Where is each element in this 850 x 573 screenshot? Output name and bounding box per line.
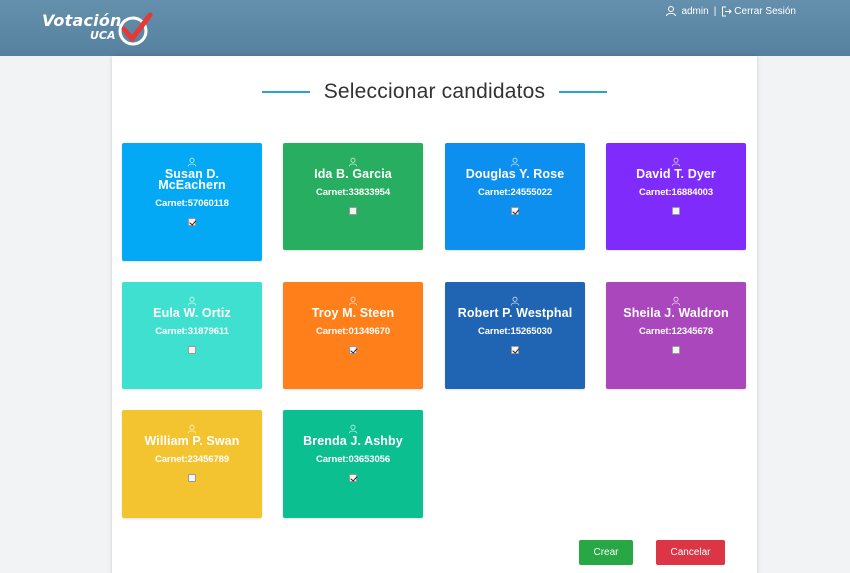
crear-button[interactable]: Crear xyxy=(579,540,633,565)
app-logo[interactable]: Votación UCA xyxy=(42,9,154,49)
candidate-checkbox[interactable] xyxy=(349,207,357,215)
user-icon xyxy=(348,296,358,306)
candidate-card[interactable]: Robert P. Westphal Carnet:15265030 xyxy=(445,282,585,389)
candidate-checkbox[interactable] xyxy=(511,346,519,354)
candidate-card[interactable]: Eula W. Ortiz Carnet:31879611 xyxy=(122,282,262,389)
candidate-card[interactable]: William P. Swan Carnet:23456789 xyxy=(122,410,262,518)
user-icon xyxy=(187,424,197,434)
candidate-card[interactable]: Ida B. Garcia Carnet:33833954 xyxy=(283,143,423,250)
title-divider-left xyxy=(261,91,310,93)
candidate-checkbox[interactable] xyxy=(672,207,680,215)
check-logo-icon xyxy=(118,12,153,46)
candidate-checkbox[interactable] xyxy=(188,346,196,354)
logout-link[interactable]: Cerrar Sesión xyxy=(721,6,796,17)
candidate-checkbox[interactable] xyxy=(672,346,680,354)
candidate-checkbox[interactable] xyxy=(349,346,357,354)
candidate-card[interactable]: Brenda J. Ashby Carnet:03653056 xyxy=(283,410,423,518)
candidate-name: Brenda J. Ashby xyxy=(303,434,403,448)
title-divider-right xyxy=(559,91,608,93)
user-icon xyxy=(671,157,681,167)
user-icon xyxy=(666,6,677,17)
user-name: admin xyxy=(681,5,709,17)
candidate-name: Douglas Y. Rose xyxy=(465,167,565,181)
candidate-name: William P. Swan xyxy=(144,434,240,448)
user-icon xyxy=(348,424,358,434)
candidate-carnet: Carnet:12345678 xyxy=(638,326,714,337)
user-icon xyxy=(187,296,197,306)
user-icon xyxy=(510,157,520,167)
candidate-carnet: Carnet:24555022 xyxy=(477,187,553,198)
user-icon xyxy=(348,157,358,167)
candidate-carnet: Carnet:15265030 xyxy=(477,326,553,337)
candidate-carnet: Carnet:31879611 xyxy=(155,326,229,337)
candidate-card[interactable]: Douglas Y. Rose Carnet:24555022 xyxy=(445,143,585,250)
candidate-carnet: Carnet:57060118 xyxy=(155,198,229,209)
candidate-name: Susan D. McEachern xyxy=(158,167,226,192)
candidate-checkbox[interactable] xyxy=(188,218,196,226)
candidate-name: Sheila J. Waldron xyxy=(623,306,729,320)
page-header: Seleccionar candidatos xyxy=(112,78,757,106)
candidate-name: Ida B. Garcia xyxy=(314,167,392,181)
user-bar: admin | Cerrar Sesión xyxy=(665,4,796,18)
user-separator: | xyxy=(713,5,717,17)
candidate-checkbox[interactable] xyxy=(188,474,196,482)
logo-title: Votación xyxy=(42,11,122,30)
navbar: Votación UCA admin | Cerrar Sesión xyxy=(0,0,850,56)
candidate-carnet: Carnet:01349670 xyxy=(315,326,391,337)
candidate-card[interactable]: Troy M. Steen Carnet:01349670 xyxy=(283,282,423,389)
logout-icon xyxy=(722,6,733,16)
user-icon xyxy=(187,157,197,167)
candidate-carnet: Carnet:23456789 xyxy=(154,454,230,465)
candidate-name: Eula W. Ortiz xyxy=(153,306,231,320)
user-icon xyxy=(671,296,681,306)
candidate-name: Troy M. Steen xyxy=(311,306,395,320)
candidate-card[interactable]: Sheila J. Waldron Carnet:12345678 xyxy=(606,282,746,389)
logo-subtitle: UCA xyxy=(90,29,116,42)
candidate-name: Robert P. Westphal xyxy=(457,306,573,320)
candidate-checkbox[interactable] xyxy=(511,207,519,215)
candidate-carnet: Carnet:03653056 xyxy=(315,454,391,465)
candidate-checkbox[interactable] xyxy=(349,474,357,482)
page-title: Seleccionar candidatos xyxy=(323,80,546,103)
cancelar-button[interactable]: Cancelar xyxy=(656,540,725,565)
user-icon xyxy=(510,296,520,306)
candidate-carnet: Carnet:16884003 xyxy=(638,187,714,198)
candidate-card[interactable]: David T. Dyer Carnet:16884003 xyxy=(606,143,746,250)
logout-label: Cerrar Sesión xyxy=(734,5,796,17)
candidate-name: David T. Dyer xyxy=(636,167,716,181)
candidate-card[interactable]: Susan D. McEachern Carnet:57060118 xyxy=(122,143,262,261)
candidate-carnet: Carnet:33833954 xyxy=(315,187,391,198)
